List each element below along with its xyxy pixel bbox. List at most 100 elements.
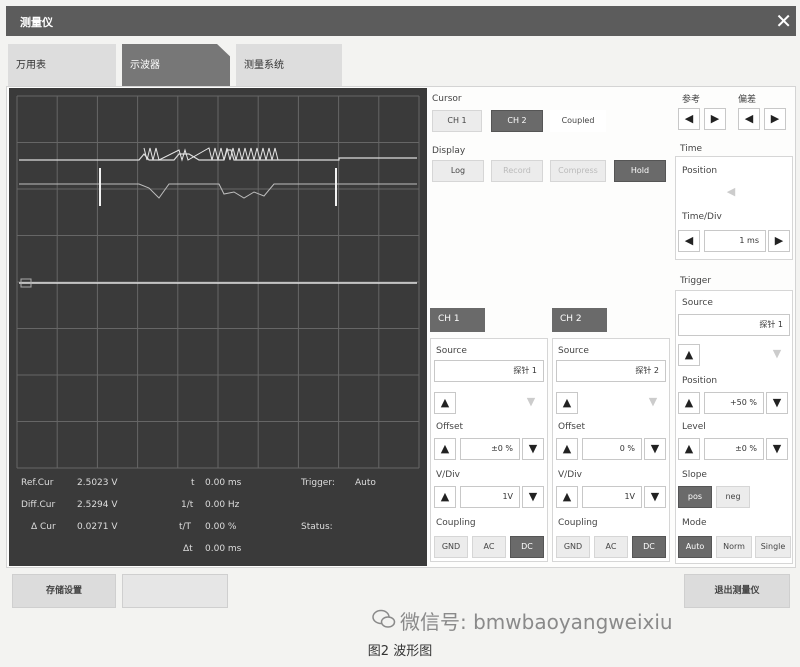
trigger-source-label: Source bbox=[682, 298, 713, 308]
ch2-offset-label: Offset bbox=[558, 422, 586, 432]
trigger-position-up-button[interactable]: ▲ bbox=[678, 392, 700, 414]
close-icon[interactable]: ✕ bbox=[775, 9, 792, 33]
arrow-left-icon: ◀ bbox=[726, 185, 736, 198]
t-value: 0.00 ms bbox=[205, 478, 242, 488]
ch2-offset-up-button[interactable]: ▲ bbox=[556, 438, 578, 460]
time-div-increase-button[interactable]: ▶ bbox=[768, 230, 790, 252]
scope-grid bbox=[16, 95, 420, 469]
ch1-coupling-gnd-button[interactable]: GND bbox=[434, 536, 468, 558]
trigger-level-down-button[interactable]: ▼ bbox=[766, 438, 788, 460]
arrow-up-icon: ▲ bbox=[562, 396, 572, 409]
ch2-coupling-dc-button[interactable]: DC bbox=[632, 536, 666, 558]
tab-oscilloscope[interactable]: 示波器 bbox=[122, 44, 230, 88]
ch2-source-up-button[interactable]: ▲ bbox=[556, 392, 578, 414]
trigger-position-down-button[interactable]: ▼ bbox=[766, 392, 788, 414]
trigger-slope-label: Slope bbox=[682, 470, 707, 480]
trigger-source-field[interactable]: 探针 1 bbox=[678, 314, 790, 336]
arrow-up-icon: ▲ bbox=[684, 442, 694, 455]
trigger-slope-pos-button[interactable]: pos bbox=[678, 486, 712, 508]
display-log-button[interactable]: Log bbox=[432, 160, 484, 182]
t-over-T-label: t/T bbox=[179, 522, 192, 532]
save-settings-button[interactable]: 存储设置 bbox=[12, 574, 116, 608]
display-hold-button[interactable]: Hold bbox=[614, 160, 666, 182]
ch2-vdiv-field[interactable]: 1V bbox=[582, 486, 642, 508]
trigger-position-field[interactable]: +50 % bbox=[704, 392, 764, 414]
display-record-button[interactable]: Record bbox=[491, 160, 543, 182]
ch1-coupling-dc-button[interactable]: DC bbox=[510, 536, 544, 558]
ch2-vdiv-down-button[interactable]: ▼ bbox=[644, 486, 666, 508]
diff-cur-label: Diff.Cur bbox=[21, 500, 56, 510]
tab-measurement-system[interactable]: 测量系统 bbox=[236, 44, 342, 88]
oscilloscope-screen: Ref.Cur 2.5023 V Diff.Cur 2.5294 V Δ Cur… bbox=[9, 88, 427, 566]
cursor-ch1-button[interactable]: CH 1 bbox=[432, 110, 482, 132]
ch1-source-field[interactable]: 探针 1 bbox=[434, 360, 544, 382]
display-label: Display bbox=[432, 146, 466, 156]
trigger-level-field[interactable]: ±0 % bbox=[704, 438, 764, 460]
trigger-source-up-button[interactable]: ▲ bbox=[678, 344, 700, 366]
ch2-source-field[interactable]: 探针 2 bbox=[556, 360, 666, 382]
reference-label: 参考 bbox=[682, 95, 701, 105]
arrow-down-icon: ▼ bbox=[772, 396, 782, 409]
ch2-header[interactable]: CH 2 bbox=[552, 308, 607, 332]
ch2-source-down-button[interactable]: ▼ bbox=[642, 392, 664, 414]
waveform-display bbox=[16, 95, 420, 469]
ch1-offset-label: Offset bbox=[436, 422, 464, 432]
deviation-right-button[interactable]: ▶ bbox=[764, 108, 786, 130]
arrow-left-icon: ◀ bbox=[684, 234, 694, 247]
ch2-vdiv-up-button[interactable]: ▲ bbox=[556, 486, 578, 508]
watermark: 微信号: bmwbaoyangweixiu bbox=[400, 610, 673, 634]
trigger-mode-norm-button[interactable]: Norm bbox=[716, 536, 752, 558]
ch1-coupling-ac-button[interactable]: AC bbox=[472, 536, 506, 558]
cursor-coupled-button[interactable]: Coupled bbox=[550, 110, 606, 132]
exit-meter-button[interactable]: 退出测量仪 bbox=[684, 574, 790, 608]
ch1-offset-down-button[interactable]: ▼ bbox=[522, 438, 544, 460]
trigger-position-label: Position bbox=[682, 376, 718, 386]
ch1-vdiv-down-button[interactable]: ▼ bbox=[522, 486, 544, 508]
reference-left-button[interactable]: ◀ bbox=[678, 108, 700, 130]
ch2-offset-down-button[interactable]: ▼ bbox=[644, 438, 666, 460]
ch1-vdiv-field[interactable]: 1V bbox=[460, 486, 520, 508]
ch2-coupling-gnd-button[interactable]: GND bbox=[556, 536, 590, 558]
arrow-right-icon: ▶ bbox=[774, 234, 784, 247]
time-div-decrease-button[interactable]: ◀ bbox=[678, 230, 700, 252]
arrow-down-icon: ▼ bbox=[528, 442, 538, 455]
reference-right-button[interactable]: ▶ bbox=[704, 108, 726, 130]
arrow-up-icon: ▲ bbox=[562, 442, 572, 455]
ch1-offset-up-button[interactable]: ▲ bbox=[434, 438, 456, 460]
status-label: Status: bbox=[301, 522, 333, 532]
ch2-vdiv-label: V/Div bbox=[558, 470, 582, 480]
cursor-label: Cursor bbox=[432, 94, 462, 104]
ch1-vdiv-label: V/Div bbox=[436, 470, 460, 480]
trigger-label: Trigger bbox=[680, 276, 712, 286]
t-label: t bbox=[191, 478, 195, 488]
delta-cur-value: 0.0271 V bbox=[77, 522, 118, 532]
secondary-disabled-button[interactable] bbox=[122, 574, 228, 608]
trigger-level-up-button[interactable]: ▲ bbox=[678, 438, 700, 460]
deviation-left-button[interactable]: ◀ bbox=[738, 108, 760, 130]
ch2-offset-field[interactable]: 0 % bbox=[582, 438, 642, 460]
trigger-source-down-button[interactable]: ▼ bbox=[766, 344, 788, 366]
cursor-ch2-button[interactable]: CH 2 bbox=[491, 110, 543, 132]
trigger-mode-single-button[interactable]: Single bbox=[755, 536, 791, 558]
ch1-offset-field[interactable]: ±0 % bbox=[460, 438, 520, 460]
delta-cur-label: Δ Cur bbox=[31, 522, 56, 532]
display-compress-button[interactable]: Compress bbox=[550, 160, 606, 182]
arrow-up-icon: ▲ bbox=[440, 396, 450, 409]
arrow-down-icon: ▼ bbox=[772, 442, 782, 455]
ch1-source-up-button[interactable]: ▲ bbox=[434, 392, 456, 414]
ch1-vdiv-up-button[interactable]: ▲ bbox=[434, 486, 456, 508]
arrow-left-icon: ◀ bbox=[684, 112, 694, 125]
ch1-header[interactable]: CH 1 bbox=[430, 308, 485, 332]
ch1-source-down-button[interactable]: ▼ bbox=[520, 392, 542, 414]
inv-t-value: 0.00 Hz bbox=[205, 500, 240, 510]
ch2-coupling-ac-button[interactable]: AC bbox=[594, 536, 628, 558]
time-div-field[interactable]: 1 ms bbox=[704, 230, 766, 252]
arrow-left-icon: ◀ bbox=[744, 112, 754, 125]
time-position-left-button[interactable]: ◀ bbox=[720, 182, 742, 204]
trigger-slope-neg-button[interactable]: neg bbox=[716, 486, 750, 508]
tab-multimeter[interactable]: 万用表 bbox=[8, 44, 116, 88]
inv-t-label: 1/t bbox=[181, 500, 194, 510]
trigger-mode-label: Mode bbox=[682, 518, 707, 528]
arrow-down-icon: ▼ bbox=[648, 395, 658, 408]
trigger-mode-auto-button[interactable]: Auto bbox=[678, 536, 712, 558]
